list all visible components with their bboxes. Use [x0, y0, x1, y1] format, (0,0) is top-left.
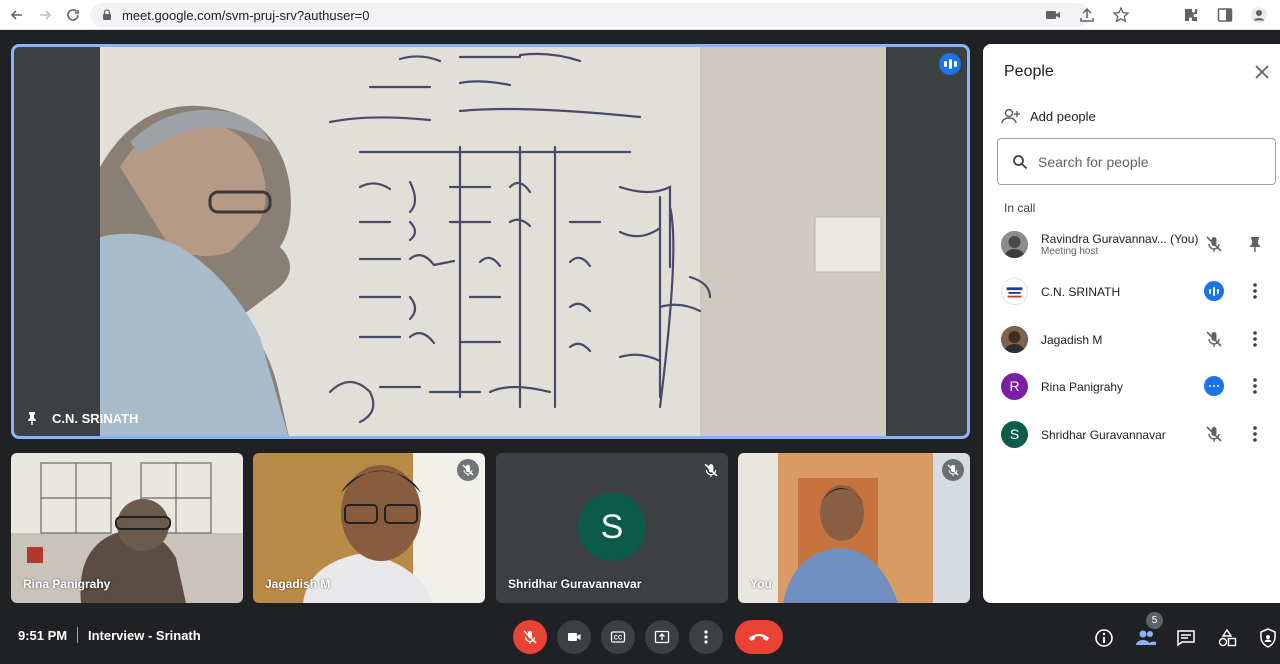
activities-icon — [1218, 628, 1237, 647]
pin-icon[interactable] — [24, 410, 40, 426]
people-button[interactable] — [1135, 627, 1157, 649]
more-dots-icon — [1204, 376, 1224, 396]
search-input[interactable] — [1038, 153, 1238, 170]
speaking-indicator-icon — [939, 53, 961, 75]
clock: 9:51 PM — [18, 628, 68, 643]
participant-name: C.N. SRINATH — [1041, 285, 1121, 299]
participant-name: Jagadish M — [1041, 333, 1103, 347]
search-field[interactable] — [997, 138, 1276, 185]
speaking-indicator-icon — [1204, 281, 1224, 301]
participant-name: Ravindra Guravannav... (You) — [1041, 232, 1199, 246]
muted-mic-icon[interactable] — [1204, 329, 1224, 349]
info-icon — [1095, 629, 1113, 647]
side-panel-icon[interactable] — [1216, 6, 1234, 24]
muted-mic-icon[interactable] — [1204, 424, 1224, 444]
tile-name-jagadish: Jagadish M — [265, 577, 331, 591]
avatar: S — [1001, 420, 1028, 448]
address-bar[interactable]: meet.google.com/svm-pruj-srv?authuser=0 — [90, 3, 1090, 27]
avatar: R — [1001, 372, 1028, 400]
more-options-icon[interactable] — [1247, 376, 1263, 396]
profile-icon[interactable] — [1250, 6, 1268, 24]
participant-tile-shridhar[interactable]: S Shridhar Guravannavar — [496, 453, 728, 603]
svg-text:CC: CC — [614, 636, 623, 642]
avatar — [1001, 325, 1028, 353]
reload-icon[interactable] — [62, 4, 84, 26]
add-people-button[interactable]: Add people — [1000, 107, 1096, 125]
shield-icon — [1260, 628, 1276, 648]
meeting-title: Interview - Srinath — [88, 628, 201, 643]
people-panel: People Add people In call Ravindra Gurav… — [983, 44, 1280, 603]
tile-name-you: You — [750, 577, 772, 591]
main-video-tile[interactable]: C.N. SRINATH — [11, 44, 970, 439]
muted-mic-icon — [700, 459, 722, 481]
participant-row[interactable]: R Rina Panigrahy — [983, 364, 1280, 408]
forward-arrow-icon[interactable] — [34, 4, 56, 26]
present-screen-button[interactable] — [645, 620, 679, 654]
pin-icon[interactable] — [1247, 234, 1263, 254]
participant-row[interactable]: Ravindra Guravannav... (You) Meeting hos… — [983, 222, 1280, 266]
url-text: meet.google.com/svm-pruj-srv?authuser=0 — [122, 7, 370, 23]
share-icon[interactable] — [1078, 6, 1096, 24]
tile-name-shridhar: Shridhar Guravannavar — [508, 577, 642, 591]
avatar — [1001, 230, 1028, 258]
participant-tile-rina[interactable]: Rina Panigrahy — [11, 453, 243, 603]
host-controls-button[interactable] — [1257, 627, 1279, 649]
chat-icon — [1177, 630, 1195, 647]
participant-row[interactable]: Jagadish M — [983, 317, 1280, 361]
section-label: In call — [1004, 201, 1036, 215]
self-video — [738, 453, 970, 603]
search-icon — [1013, 154, 1028, 169]
meeting-details-button[interactable] — [1093, 627, 1115, 649]
divider — [77, 627, 78, 643]
muted-mic-icon — [457, 459, 479, 481]
muted-mic-icon — [942, 459, 964, 481]
muted-mic-icon[interactable] — [1204, 234, 1224, 254]
more-vert-icon — [704, 630, 708, 644]
more-options-icon[interactable] — [1247, 329, 1263, 349]
more-options-icon[interactable] — [1247, 424, 1263, 444]
camera-icon — [568, 633, 581, 641]
participant-role: Meeting host — [1041, 246, 1099, 257]
avatar: S — [578, 493, 646, 561]
camera-toggle-button[interactable] — [557, 620, 591, 654]
captions-button[interactable]: CC — [601, 620, 635, 654]
panel-title: People — [1004, 63, 1054, 80]
tile-name-rina: Rina Panigrahy — [23, 577, 111, 591]
back-arrow-icon[interactable] — [6, 4, 28, 26]
add-people-label: Add people — [1030, 108, 1096, 124]
browser-toolbar: meet.google.com/svm-pruj-srv?authuser=0 — [0, 0, 1280, 30]
more-options-icon[interactable] — [1247, 281, 1263, 301]
chat-button[interactable] — [1175, 627, 1197, 649]
whiteboard-video-image — [100, 47, 886, 436]
meeting-stage: C.N. SRINATH Rina Panigrahy Jagadish M S… — [0, 30, 1280, 664]
mic-off-icon — [523, 630, 537, 644]
extensions-icon[interactable] — [1182, 6, 1200, 24]
more-options-button[interactable] — [689, 620, 723, 654]
camera-icon[interactable] — [1044, 6, 1062, 24]
participant-tile-you[interactable]: You — [738, 453, 970, 603]
participant-name: Rina Panigrahy — [1041, 380, 1124, 394]
close-icon[interactable] — [1252, 62, 1272, 82]
bottom-control-bar: 9:51 PM Interview - Srinath CC 5 — [0, 604, 1280, 664]
mic-toggle-button[interactable] — [513, 620, 547, 654]
activities-button[interactable] — [1216, 627, 1238, 649]
participant-count-badge: 5 — [1146, 612, 1163, 629]
lock-icon — [103, 9, 111, 20]
captions-icon: CC — [610, 631, 626, 643]
leave-call-button[interactable] — [735, 620, 783, 654]
participant-row[interactable]: C.N. SRINATH — [983, 269, 1280, 313]
whiteboard-video — [100, 47, 886, 436]
hang-up-icon — [749, 634, 769, 641]
participant-name: Shridhar Guravannavar — [1041, 428, 1166, 442]
star-icon[interactable] — [1112, 6, 1130, 24]
people-icon — [1136, 630, 1156, 645]
main-tile-name: C.N. SRINATH — [52, 411, 139, 426]
participant-tile-jagadish[interactable]: Jagadish M — [253, 453, 485, 603]
add-person-icon — [1001, 108, 1020, 124]
participant-row[interactable]: S Shridhar Guravannavar — [983, 412, 1280, 456]
present-icon — [654, 630, 670, 644]
logo-avatar — [1001, 277, 1028, 305]
